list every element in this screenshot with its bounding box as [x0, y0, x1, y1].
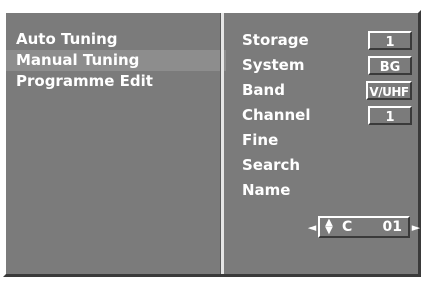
up-down-icon[interactable]: ▲ ▼	[324, 218, 334, 236]
param-storage[interactable]: Storage 1	[242, 28, 412, 53]
param-search[interactable]: Search	[242, 153, 412, 178]
param-system[interactable]: System BG	[242, 53, 412, 78]
param-name-label: Name	[242, 181, 291, 199]
main-menu: Auto Tuning Manual Tuning Programme Edit	[6, 29, 226, 92]
param-channel-label: Channel	[242, 106, 311, 124]
channel-tuner-box[interactable]: ▲ ▼ C 01	[318, 216, 410, 238]
param-name[interactable]: Name	[242, 178, 412, 203]
storage-value-box[interactable]: 1	[368, 31, 412, 50]
param-band-label: Band	[242, 81, 285, 99]
tuner-channel: 01	[382, 219, 402, 235]
param-fine-label: Fine	[242, 131, 279, 149]
tv-osd-screen: Auto Tuning Manual Tuning Programme Edit…	[3, 10, 421, 277]
tuner-band: C	[342, 219, 353, 235]
band-value-box[interactable]: V/UHF	[366, 81, 412, 100]
param-fine[interactable]: Fine	[242, 128, 412, 153]
param-search-label: Search	[242, 156, 301, 174]
menu-item-auto-tuning[interactable]: Auto Tuning	[6, 29, 226, 50]
param-channel[interactable]: Channel 1	[242, 103, 412, 128]
system-value-box[interactable]: BG	[368, 56, 412, 75]
param-band[interactable]: Band V/UHF	[242, 78, 412, 103]
manual-tuning-panel: Storage 1 System BG Band V/UHF Channel 1…	[242, 28, 412, 203]
left-arrow-icon[interactable]: ◄	[306, 221, 318, 234]
channel-value-box[interactable]: 1	[368, 106, 412, 125]
menu-item-manual-tuning[interactable]: Manual Tuning	[6, 50, 226, 71]
down-arrow-icon[interactable]: ▼	[325, 226, 333, 236]
channel-tuner[interactable]: ◄ ▲ ▼ C 01 ►	[306, 216, 422, 238]
param-storage-label: Storage	[242, 31, 309, 49]
param-system-label: System	[242, 56, 305, 74]
panel-divider	[220, 13, 224, 274]
right-arrow-icon[interactable]: ►	[410, 221, 422, 234]
menu-item-programme-edit[interactable]: Programme Edit	[6, 71, 226, 92]
